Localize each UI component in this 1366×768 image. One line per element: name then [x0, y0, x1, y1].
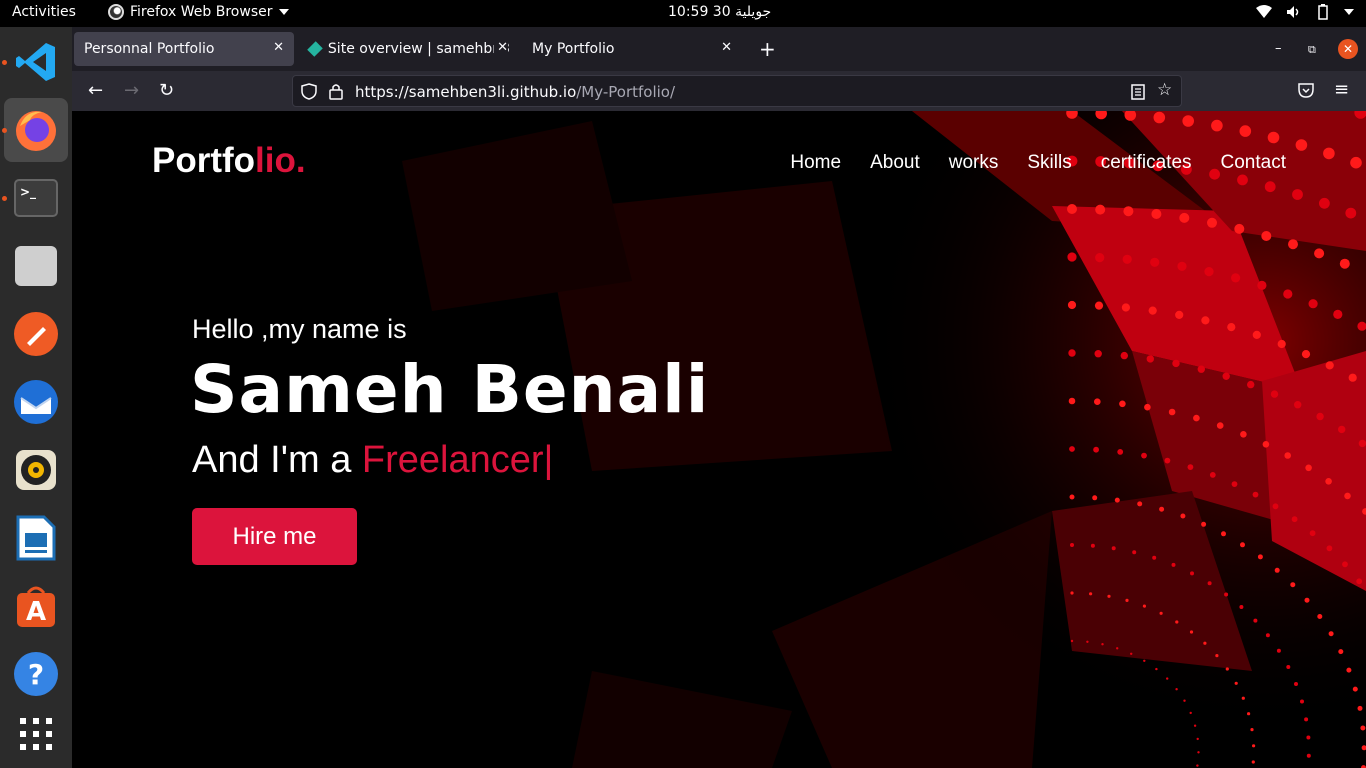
writer-icon [16, 515, 56, 561]
typing-cursor: | [543, 439, 554, 481]
role-typed: Freelancer [361, 439, 544, 481]
dock-help[interactable]: ? [4, 642, 68, 706]
hero-name: Sameh Benali [190, 351, 710, 428]
shield-icon[interactable] [301, 83, 317, 100]
site-logo[interactable]: Portfolio. [152, 141, 306, 181]
url-path: /My-Portfolio/ [576, 83, 676, 101]
ubuntu-dock: >_ A ? [0, 27, 72, 768]
battery-icon [1318, 4, 1328, 20]
close-icon[interactable]: ✕ [494, 40, 508, 55]
activities-button[interactable]: Activities [12, 4, 76, 20]
dock-rhythmbox[interactable] [4, 438, 68, 502]
app-grid-icon [20, 718, 52, 750]
svg-text:A: A [26, 597, 46, 627]
files-icon [15, 246, 57, 286]
nav-works[interactable]: works [949, 152, 999, 174]
chevron-down-icon [1344, 9, 1354, 15]
minimize-button[interactable]: – [1275, 41, 1282, 56]
app-menu[interactable]: Firefox Web Browser [108, 4, 289, 20]
maximize-button[interactable]: ⧉ [1308, 43, 1316, 57]
nav-certificates[interactable]: certificates [1101, 152, 1192, 174]
terminal-icon: >_ [14, 179, 58, 217]
rhythmbox-icon [16, 450, 56, 490]
tab-personnal-portfolio[interactable]: Personnal Portfolio ✕ [74, 32, 294, 66]
lock-icon[interactable] [329, 83, 343, 100]
running-indicator [2, 128, 7, 133]
site-nav: Home About works Skills certificates Con… [790, 152, 1286, 174]
clock[interactable]: 10:59 30 جويلية [668, 4, 771, 20]
bookmark-star-icon[interactable]: ☆ [1157, 80, 1172, 100]
nav-contact[interactable]: Contact [1221, 152, 1286, 174]
new-tab-button[interactable]: + [759, 37, 776, 61]
system-tray[interactable] [1256, 4, 1354, 20]
hire-me-button[interactable]: Hire me [192, 508, 357, 565]
gnome-top-bar: Activities Firefox Web Browser 10:59 30 … [0, 0, 1366, 27]
help-icon: ? [14, 652, 58, 696]
hero-role: And I'm a Freelancer| [192, 439, 553, 482]
close-icon[interactable]: ✕ [273, 40, 284, 55]
thunderbird-icon [14, 380, 58, 424]
postman-icon [14, 312, 58, 356]
close-icon[interactable]: ✕ [721, 40, 732, 55]
nav-skills[interactable]: Skills [1027, 152, 1071, 174]
chevron-down-icon [278, 9, 289, 15]
url-text[interactable]: https://samehben3li.github.io/My-Portfol… [355, 83, 675, 101]
tab-title: Personnal Portfolio [84, 41, 215, 57]
logo-main: Portfo [152, 141, 256, 180]
tab-title: My Portfolio [532, 41, 615, 57]
dock-show-apps[interactable] [4, 702, 68, 766]
wifi-icon [1256, 5, 1272, 18]
tab-site-overview[interactable]: Site overview | samehbn3 ✕ [300, 32, 510, 66]
svg-text:?: ? [28, 658, 44, 691]
back-button[interactable]: ← [88, 80, 103, 101]
hero-greeting: Hello ,my name is [192, 314, 407, 344]
netlify-icon [307, 41, 323, 57]
volume-icon [1287, 6, 1299, 18]
dock-postman[interactable] [4, 302, 68, 366]
running-indicator [2, 60, 7, 65]
dock-writer[interactable] [4, 506, 68, 570]
firefox-small-icon [108, 4, 124, 20]
tab-bar: Personnal Portfolio ✕ Site overview | sa… [72, 27, 1366, 71]
hamburger-menu-icon[interactable]: ≡ [1334, 79, 1349, 100]
dock-vscode[interactable] [2, 30, 68, 94]
tab-title: Site overview | samehbn3 [327, 41, 510, 57]
firefox-icon [16, 111, 56, 151]
nav-about[interactable]: About [870, 152, 920, 174]
pocket-icon[interactable] [1298, 83, 1314, 98]
reader-view-icon[interactable] [1131, 84, 1145, 100]
app-menu-label: Firefox Web Browser [130, 4, 273, 20]
role-prefix: And I'm a [192, 439, 362, 481]
navigation-toolbar: ← → ↻ https://samehben3li.github.io/My-P… [72, 71, 1366, 111]
url-host: https://samehben3li.github.io [355, 83, 577, 101]
dock-thunderbird[interactable] [4, 370, 68, 434]
running-indicator [2, 196, 7, 201]
nav-home[interactable]: Home [790, 152, 841, 174]
window-close-button[interactable]: ✕ [1338, 39, 1358, 59]
webpage-viewport: Portfolio. Home About works Skills certi… [72, 111, 1366, 768]
tab-my-portfolio[interactable]: My Portfolio ✕ [522, 32, 742, 66]
vscode-icon [16, 43, 55, 81]
dock-firefox[interactable] [2, 98, 68, 162]
forward-button[interactable]: → [124, 80, 139, 101]
dock-files[interactable] [4, 234, 68, 298]
reload-button[interactable]: ↻ [159, 80, 174, 101]
dock-software[interactable]: A [4, 574, 68, 638]
logo-accent: lio. [255, 141, 306, 180]
url-bar[interactable]: https://samehben3li.github.io/My-Portfol… [292, 75, 1182, 107]
software-icon: A [17, 586, 55, 627]
dock-terminal[interactable]: >_ [2, 166, 68, 230]
